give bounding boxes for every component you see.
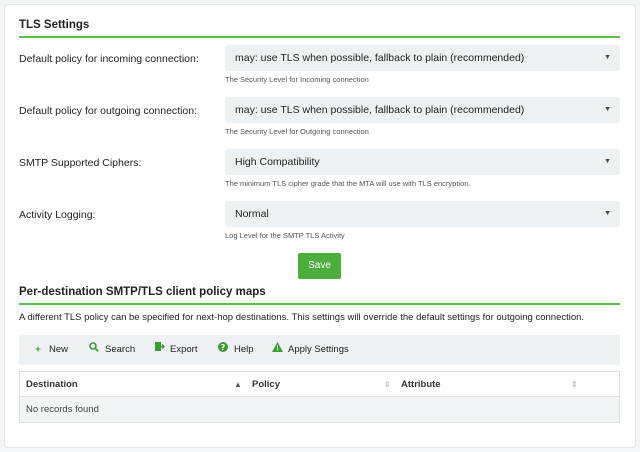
table-header: Destination ▲ Policy ⇕ Attribute ⇕ bbox=[20, 372, 619, 397]
tls-settings-card: TLS Settings Default policy for incoming… bbox=[4, 4, 636, 448]
column-header-label: Destination bbox=[26, 379, 78, 390]
apply-settings-label: Apply Settings bbox=[288, 344, 349, 355]
help-button[interactable]: ? Help bbox=[216, 335, 254, 365]
export-button[interactable]: Export bbox=[152, 335, 197, 365]
sort-icon[interactable]: ⇕ bbox=[384, 372, 391, 397]
outgoing-policy-value: may: use TLS when possible, fallback to … bbox=[235, 104, 525, 116]
policy-maps-title: Per-destination SMTP/TLS client policy m… bbox=[19, 286, 266, 298]
outgoing-policy-help: The Security Level for Outgoing connecti… bbox=[225, 127, 369, 136]
plus-icon: + bbox=[35, 344, 41, 355]
column-header-attribute[interactable]: Attribute bbox=[395, 372, 575, 397]
new-label: New bbox=[49, 344, 69, 355]
dropdown-caret-icon: ▼ bbox=[604, 54, 611, 61]
incoming-policy-label: Default policy for incoming connection: bbox=[19, 53, 199, 65]
warning-icon bbox=[270, 335, 284, 365]
search-icon bbox=[87, 335, 101, 365]
ciphers-label: SMTP Supported Ciphers: bbox=[19, 157, 142, 169]
ciphers-help: The minimum TLS cipher grade that the MT… bbox=[225, 179, 471, 188]
column-header-policy[interactable]: Policy bbox=[246, 372, 394, 397]
svg-text:?: ? bbox=[221, 343, 226, 352]
outgoing-policy-select[interactable]: may: use TLS when possible, fallback to … bbox=[225, 97, 620, 123]
help-icon: ? bbox=[216, 335, 230, 365]
dropdown-caret-icon: ▼ bbox=[604, 106, 611, 113]
save-button[interactable]: Save bbox=[298, 253, 341, 279]
incoming-policy-help: The Security Level for Incoming connecti… bbox=[225, 75, 369, 84]
export-label: Export bbox=[170, 344, 198, 355]
incoming-policy-value: may: use TLS when possible, fallback to … bbox=[235, 52, 525, 64]
section-divider bbox=[19, 303, 620, 305]
incoming-policy-select[interactable]: may: use TLS when possible, fallback to … bbox=[225, 45, 620, 71]
empty-row: No records found bbox=[20, 397, 619, 422]
new-button[interactable]: + New bbox=[31, 335, 68, 365]
sort-icon[interactable]: ⇕ bbox=[571, 372, 578, 397]
activity-logging-value: Normal bbox=[235, 208, 269, 220]
column-header-label: Attribute bbox=[401, 379, 441, 390]
sort-ascending-icon[interactable]: ▲ bbox=[234, 372, 242, 397]
ciphers-value: High Compatibility bbox=[235, 156, 320, 168]
apply-settings-button[interactable]: Apply Settings bbox=[270, 335, 349, 365]
dropdown-caret-icon: ▼ bbox=[604, 210, 611, 217]
section-divider bbox=[19, 36, 620, 38]
search-button[interactable]: Search bbox=[87, 335, 135, 365]
column-header-destination[interactable]: Destination bbox=[20, 372, 244, 397]
search-label: Search bbox=[105, 344, 136, 355]
ciphers-select[interactable]: High Compatibility ▼ bbox=[225, 149, 620, 175]
policy-maps-description: A different TLS policy can be specified … bbox=[19, 312, 585, 323]
toolbar: + New Search Export ? Help Apply Settings bbox=[19, 335, 620, 365]
activity-logging-help: Log Level for the SMTP TLS Activity bbox=[225, 231, 345, 240]
column-header-label: Policy bbox=[252, 379, 280, 390]
export-icon bbox=[152, 335, 166, 365]
outgoing-policy-label: Default policy for outgoing connection: bbox=[19, 105, 198, 117]
policy-table: Destination ▲ Policy ⇕ Attribute ⇕ No re… bbox=[19, 371, 620, 423]
activity-logging-select[interactable]: Normal ▼ bbox=[225, 201, 620, 227]
activity-logging-label: Activity Logging: bbox=[19, 209, 96, 221]
help-label: Help bbox=[234, 344, 254, 355]
dropdown-caret-icon: ▼ bbox=[604, 158, 611, 165]
tls-settings-title: TLS Settings bbox=[19, 19, 90, 31]
